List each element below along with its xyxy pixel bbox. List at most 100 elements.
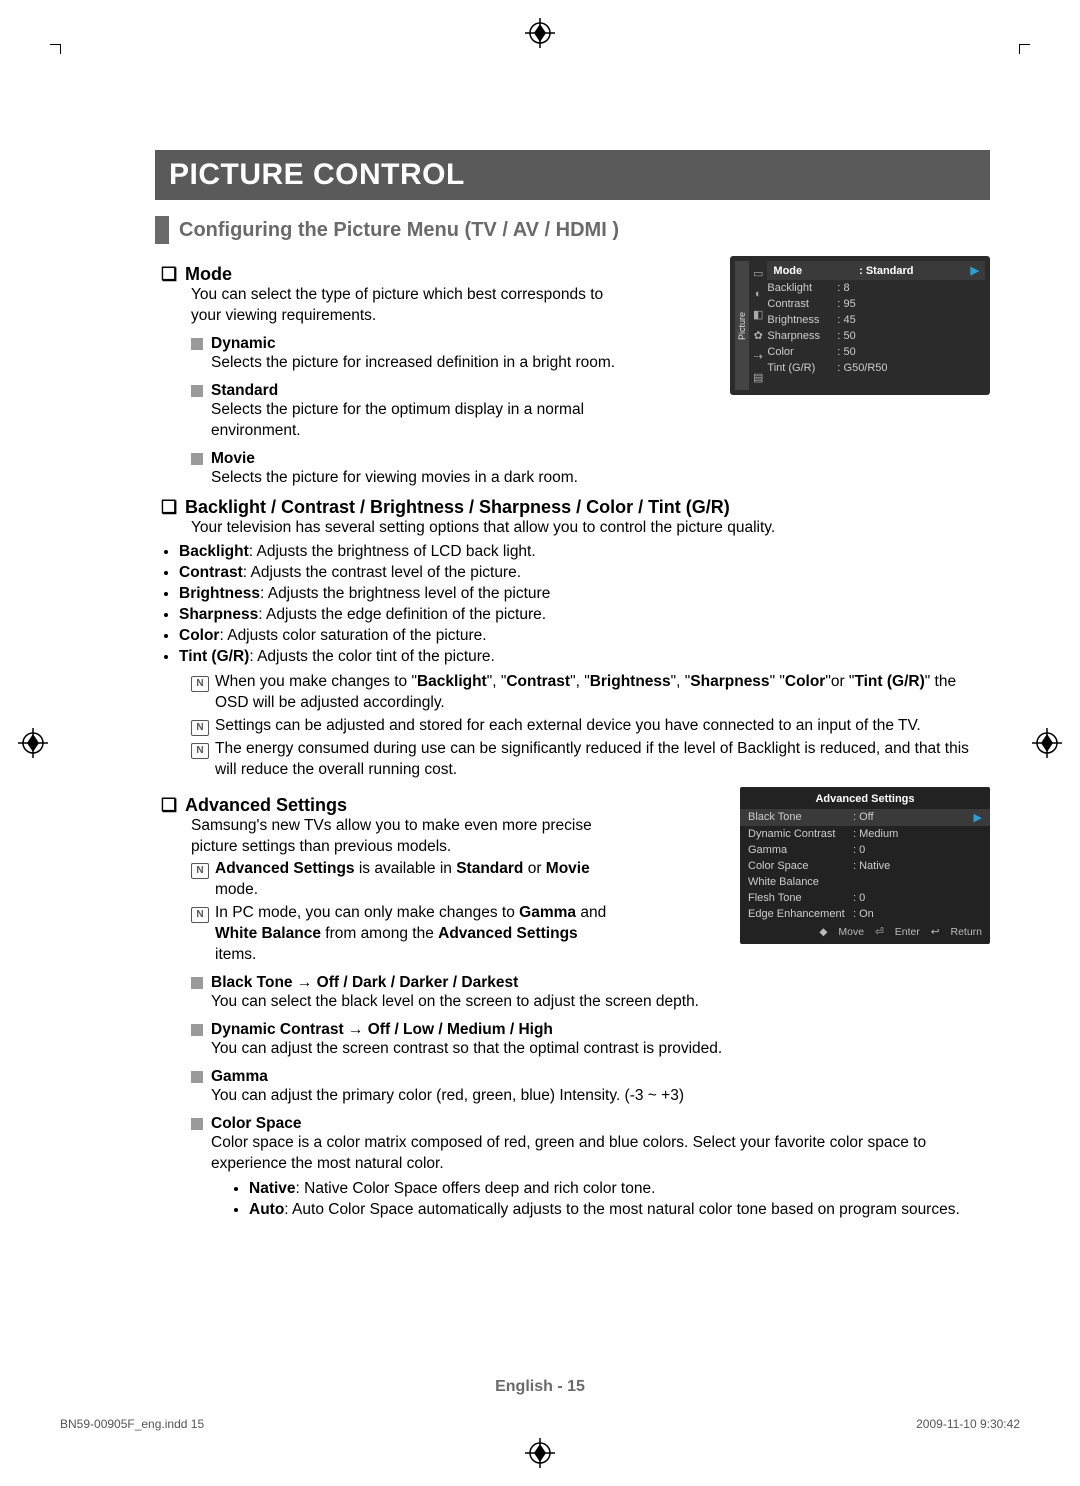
mode-intro: You can select the type of picture which… <box>191 285 621 327</box>
picture-icon: ▭ <box>753 267 763 280</box>
note-icon: N <box>191 716 209 737</box>
osd-cell: : Off <box>853 811 974 823</box>
osd-advanced-settings: Advanced Settings Black Tone: Off▶ Dynam… <box>740 787 990 944</box>
mode-heading: ❏Mode <box>161 264 730 285</box>
osd-cell: Color Space <box>748 860 853 872</box>
note-text: The energy consumed during use can be si… <box>215 739 990 781</box>
note-row: N In PC mode, you can only make changes … <box>191 903 740 966</box>
bullet-term: Color <box>179 627 219 644</box>
note-text: In PC mode, you can only make changes to… <box>215 903 615 966</box>
osd2-row: Dynamic Contrast: Medium <box>740 826 990 842</box>
list-item: Sharpness: Adjusts the edge definition o… <box>179 605 990 626</box>
params-heading-text: Backlight / Contrast / Brightness / Shar… <box>185 497 730 518</box>
bullet-desc: : Adjusts the color tint of the picture. <box>249 648 495 665</box>
registration-mark-right <box>1032 728 1062 758</box>
bullet-term: Contrast <box>179 564 243 581</box>
osd-cell: Flesh Tone <box>748 892 853 904</box>
adv-heading: ❏Advanced Settings <box>161 795 740 816</box>
osd-cell: : 50 <box>837 346 855 358</box>
osd-row: Contrast: 95 <box>767 296 985 312</box>
osd-cell: Dynamic Contrast <box>748 828 853 840</box>
mode-standard-text: Selects the picture for the optimum disp… <box>211 400 631 442</box>
mode-standard-heading: Standard <box>191 382 730 400</box>
section-heading-text: Configuring the Picture Menu (TV / AV / … <box>179 219 619 242</box>
osd-cell: : G50/R50 <box>837 362 887 374</box>
osd-picture-menu: Picture ▭ ◐ ◧ ✿ ⇢ ▤ Mode : Standard ▶ <box>730 256 990 395</box>
osd-cell: Black Tone <box>748 811 853 823</box>
adv-intro: Samsung's new TVs allow you to make even… <box>191 816 611 858</box>
application-icon: ▤ <box>753 371 763 384</box>
osd-cell: : Standard <box>859 265 913 277</box>
dyncon-heading: Dynamic Contrast → Off / Low / Medium / … <box>191 1021 990 1039</box>
bullet-term: Backlight <box>179 543 249 560</box>
list-item: Brightness: Adjusts the brightness level… <box>179 584 990 605</box>
cspace-bullets: Native: Native Color Space offers deep a… <box>231 1179 990 1221</box>
osd-cell: : 95 <box>837 298 855 310</box>
osd-row-mode: Mode : Standard ▶ <box>767 261 985 280</box>
cspace-text: Color space is a color matrix composed o… <box>211 1133 990 1175</box>
osd-cell: : 50 <box>837 330 855 342</box>
note-text: Settings can be adjusted and stored for … <box>215 716 921 737</box>
mode-standard-heading-text: Standard <box>211 382 278 400</box>
setup-icon: ✿ <box>754 329 763 342</box>
gamma-heading: Gamma <box>191 1068 990 1086</box>
osd2-row: Gamma: 0 <box>740 842 990 858</box>
dyncon-text: You can adjust the screen contrast so th… <box>211 1039 990 1060</box>
osd-cell: Tint (G/R) <box>767 362 837 374</box>
osd-row: Brightness: 45 <box>767 312 985 328</box>
params-intro: Your television has several setting opti… <box>191 518 990 539</box>
osd-cell: Gamma <box>748 844 853 856</box>
footer-filename: BN59-00905F_eng.indd 15 <box>60 1417 204 1431</box>
list-item: Backlight: Adjusts the brightness of LCD… <box>179 542 990 563</box>
mode-heading-text: Mode <box>185 264 232 285</box>
page-footer-center: English - 15 <box>0 1378 1080 1396</box>
mode-dynamic-heading-text: Dynamic <box>211 335 276 353</box>
list-item: Auto: Auto Color Space automatically adj… <box>249 1200 990 1221</box>
osd2-row: Color Space: Native <box>740 858 990 874</box>
mode-dynamic-heading: Dynamic <box>191 335 730 353</box>
osd-cell: : 8 <box>837 282 849 294</box>
page-title: PICTURE CONTROL <box>155 150 990 200</box>
note-row: N Advanced Settings is available in Stan… <box>191 859 740 901</box>
bullet-term: Sharpness <box>179 606 258 623</box>
osd-cell: Mode <box>773 265 802 277</box>
osd-cell: : On <box>853 908 982 920</box>
osd-cell: Contrast <box>767 298 837 310</box>
blacktone-text: You can select the black level on the sc… <box>211 992 701 1013</box>
osd-cell: : Medium <box>853 828 982 840</box>
bullet-term: Auto <box>249 1201 284 1218</box>
registration-mark-bottom <box>525 1438 555 1468</box>
list-item: Contrast: Adjusts the contrast level of … <box>179 563 990 584</box>
bullet-desc: : Native Color Space offers deep and ric… <box>296 1180 656 1197</box>
mode-movie-heading-text: Movie <box>211 450 255 468</box>
note-row: N Settings can be adjusted and stored for… <box>191 716 990 737</box>
bullet-term: Tint (G/R) <box>179 648 249 665</box>
bullet-desc: : Adjusts color saturation of the pictur… <box>219 627 486 644</box>
enter-icon: ⏎ Enter <box>875 926 920 938</box>
osd-cell: Sharpness <box>767 330 837 342</box>
mode-dynamic-text: Selects the picture for increased defini… <box>211 353 651 374</box>
osd2-footer: ◆ Move ⏎ Enter ↩ Return <box>740 922 990 940</box>
note-icon: N <box>191 739 209 781</box>
mode-movie-text: Selects the picture for viewing movies i… <box>211 468 990 489</box>
blacktone-heading-text: Black Tone → Off / Dark / Darker / Darke… <box>211 974 518 992</box>
note-row: N When you make changes to "Backlight", … <box>191 672 990 714</box>
blacktone-heading: Black Tone → Off / Dark / Darker / Darke… <box>191 974 740 992</box>
osd-row: Color: 50 <box>767 344 985 360</box>
sound-icon: ◐ <box>755 288 762 300</box>
dyncon-heading-text: Dynamic Contrast → Off / Low / Medium / … <box>211 1021 553 1039</box>
page-footer-meta: BN59-00905F_eng.indd 15 2009-11-10 9:30:… <box>60 1417 1020 1431</box>
osd-cell: Backlight <box>767 282 837 294</box>
osd-cell: Color <box>767 346 837 358</box>
osd-row: Tint (G/R): G50/R50 <box>767 360 985 376</box>
osd-cell: : 0 <box>853 892 982 904</box>
adv-heading-text: Advanced Settings <box>185 795 347 816</box>
bullet-desc: : Adjusts the brightness of LCD back lig… <box>249 543 536 560</box>
osd-cell: White Balance <box>748 876 853 888</box>
bullet-term: Brightness <box>179 585 260 602</box>
bullet-desc: : Adjusts the brightness level of the pi… <box>260 585 550 602</box>
osd-cell: : 0 <box>853 844 982 856</box>
osd2-row: Edge Enhancement: On <box>740 906 990 922</box>
cspace-heading-text: Color Space <box>211 1115 301 1133</box>
list-item: Color: Adjusts color saturation of the p… <box>179 626 990 647</box>
